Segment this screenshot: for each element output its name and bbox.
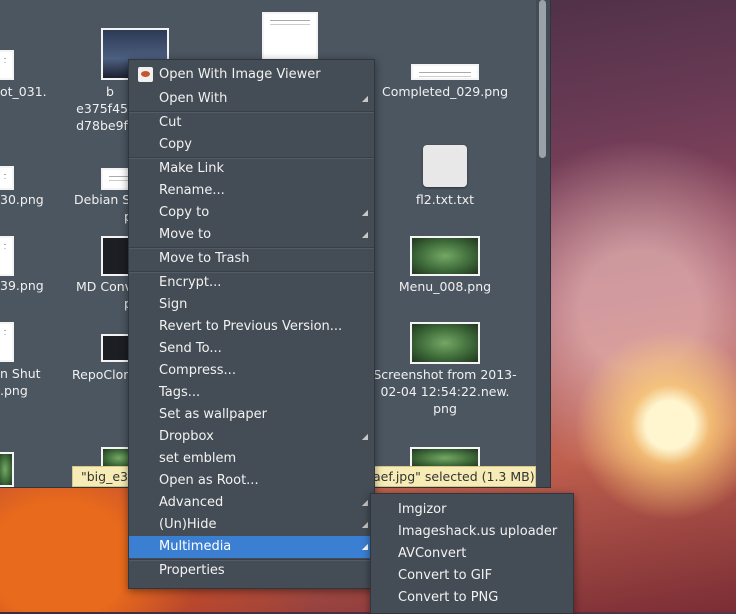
menu-item-label: Open With Image Viewer xyxy=(159,67,321,82)
submenu-item-convert-to-png[interactable]: Convert to PNG xyxy=(371,587,573,609)
file-label[interactable]: Screenshot from 2013- 02-04 12:54:22.new… xyxy=(370,366,520,417)
menu-item-label: Tags... xyxy=(159,385,201,400)
submenu-item-label: Convert to PNG xyxy=(398,590,499,605)
file-label-line: 02-04 12:54:22.new. xyxy=(380,384,510,399)
file-label[interactable]: n Shut xyxy=(0,365,48,382)
submenu-item-imageshack-uploader[interactable]: Imageshack.us uploader xyxy=(371,521,573,543)
menu-item-label: Make Link xyxy=(159,161,224,176)
menu-item-copy-to[interactable]: Copy to ◢ xyxy=(129,202,374,224)
file-thumbnail[interactable] xyxy=(410,322,480,364)
file-thumbnail[interactable] xyxy=(0,50,14,80)
menu-item-set-emblem[interactable]: set emblem xyxy=(129,448,374,470)
menu-item-label: Open With xyxy=(159,91,228,106)
file-thumbnail[interactable] xyxy=(0,452,14,487)
menu-item-copy[interactable]: Copy xyxy=(129,134,374,156)
menu-item-open-as-root[interactable]: Open as Root... xyxy=(129,470,374,492)
eye-icon xyxy=(138,67,153,82)
context-menu: Open With Image Viewer Open With ◢ Cut C… xyxy=(128,59,375,589)
menu-item-make-link[interactable]: Make Link xyxy=(129,158,374,180)
text-file-icon[interactable] xyxy=(423,145,467,187)
submenu-item-label: AVConvert xyxy=(398,546,467,561)
submenu-item-label: Imgizor xyxy=(398,502,447,517)
file-label[interactable]: 30.png xyxy=(0,191,48,208)
file-label-line: png xyxy=(433,401,457,416)
menu-item-send-to[interactable]: Send To... xyxy=(129,338,374,360)
menu-item-rename[interactable]: Rename... xyxy=(129,180,374,202)
submenu-item-convert-to-gif[interactable]: Convert to GIF xyxy=(371,565,573,587)
submenu-arrow-icon: ◢ xyxy=(361,94,368,103)
menu-item-label: set emblem xyxy=(159,451,237,466)
menu-item-label: Revert to Previous Version... xyxy=(159,319,343,334)
menu-item-label: Move to Trash xyxy=(159,251,250,266)
file-label[interactable]: ot_031. xyxy=(0,83,48,100)
menu-item-multimedia[interactable]: Multimedia ◢ xyxy=(129,536,374,558)
submenu-arrow-icon: ◢ xyxy=(361,498,368,507)
submenu-item-label: Convert to GIF xyxy=(398,568,493,583)
menu-item-label: Copy to xyxy=(159,205,210,220)
multimedia-submenu: Imgizor Imageshack.us uploader AVConvert… xyxy=(370,493,574,614)
submenu-arrow-icon: ◢ xyxy=(361,432,368,441)
menu-item-unhide[interactable]: (Un)Hide ◢ xyxy=(129,514,374,536)
submenu-arrow-icon: ◢ xyxy=(361,520,368,529)
menu-item-label: Encrypt... xyxy=(159,275,222,290)
menu-item-label: Properties xyxy=(159,563,225,578)
menu-item-label: Sign xyxy=(159,297,188,312)
menu-item-label: Dropbox xyxy=(159,429,214,444)
submenu-arrow-icon: ◢ xyxy=(361,208,368,217)
menu-item-revert-version[interactable]: Revert to Previous Version... xyxy=(129,316,374,338)
menu-item-label: Open as Root... xyxy=(159,473,259,488)
file-label-line: Screenshot from 2013- xyxy=(373,367,517,382)
file-label[interactable]: fl2.txt.txt xyxy=(375,191,515,208)
file-thumbnail[interactable] xyxy=(0,236,14,276)
status-text: "big_e3 xyxy=(81,469,128,484)
file-thumbnail[interactable] xyxy=(410,236,480,276)
menu-item-label: Advanced xyxy=(159,495,224,510)
submenu-item-label: Imageshack.us uploader xyxy=(398,524,558,539)
menu-item-label: Compress... xyxy=(159,363,236,378)
file-label[interactable]: Menu_008.png xyxy=(375,278,515,295)
menu-item-label: Send To... xyxy=(159,341,222,356)
file-label[interactable]: Completed_029.png xyxy=(375,83,515,100)
file-thumbnail[interactable] xyxy=(0,166,14,190)
submenu-item-avconvert[interactable]: AVConvert xyxy=(371,543,573,565)
menu-item-advanced[interactable]: Advanced ◢ xyxy=(129,492,374,514)
menu-item-label: Multimedia xyxy=(159,539,232,554)
menu-item-open-with-image-viewer[interactable]: Open With Image Viewer xyxy=(129,64,374,86)
menu-item-label: Copy xyxy=(159,137,192,152)
status-text-end: aef.jpg" selected (1.3 MB) xyxy=(373,469,535,484)
file-thumbnail[interactable] xyxy=(262,12,318,62)
menu-item-cut[interactable]: Cut xyxy=(129,112,374,134)
file-thumbnail[interactable] xyxy=(0,322,14,362)
menu-item-move-to-trash[interactable]: Move to Trash xyxy=(129,248,374,270)
menu-item-sign[interactable]: Sign xyxy=(129,294,374,316)
file-label[interactable]: .png xyxy=(0,382,48,399)
scrollbar[interactable] xyxy=(536,0,550,487)
file-label[interactable]: 39.png xyxy=(0,277,48,294)
menu-item-dropbox[interactable]: Dropbox ◢ xyxy=(129,426,374,448)
menu-item-label: Cut xyxy=(159,115,182,130)
menu-item-move-to[interactable]: Move to ◢ xyxy=(129,224,374,246)
menu-item-label: Set as wallpaper xyxy=(159,407,267,422)
submenu-arrow-icon: ◢ xyxy=(361,230,368,239)
menu-item-label: Rename... xyxy=(159,183,225,198)
menu-item-label: (Un)Hide xyxy=(159,517,217,532)
submenu-item-imgizor[interactable]: Imgizor xyxy=(371,499,573,521)
menu-item-compress[interactable]: Compress... xyxy=(129,360,374,382)
menu-item-label: Move to xyxy=(159,227,212,242)
menu-item-properties[interactable]: Properties xyxy=(129,560,374,582)
scrollbar-thumb[interactable] xyxy=(539,0,546,158)
file-thumbnail[interactable] xyxy=(411,64,479,80)
menu-item-encrypt[interactable]: Encrypt... xyxy=(129,272,374,294)
submenu-arrow-icon: ◢ xyxy=(361,542,368,551)
menu-item-set-wallpaper[interactable]: Set as wallpaper xyxy=(129,404,374,426)
menu-item-tags[interactable]: Tags... xyxy=(129,382,374,404)
menu-item-open-with[interactable]: Open With ◢ xyxy=(129,88,374,110)
